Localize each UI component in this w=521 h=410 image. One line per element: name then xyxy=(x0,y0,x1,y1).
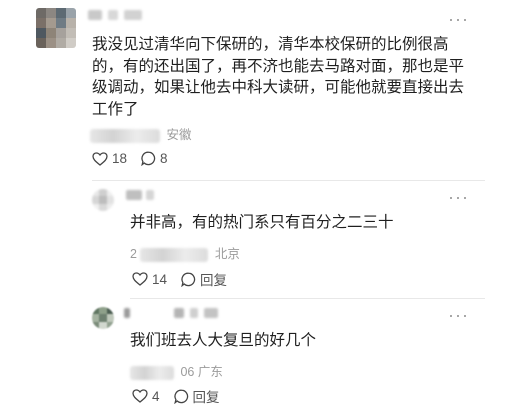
username-blurred[interactable] xyxy=(88,10,148,22)
comment-text: 并非高，有的热门系只有百分之二三十 xyxy=(130,214,394,231)
heart-outline-icon xyxy=(92,151,108,166)
more-dots-icon[interactable]: ··· xyxy=(448,306,469,324)
date-partial: 2 xyxy=(130,247,137,261)
location: 广东 xyxy=(197,365,223,379)
comment-bubble-icon xyxy=(173,389,188,404)
more-dots-icon[interactable]: ··· xyxy=(448,10,469,28)
reply-button[interactable]: 回复 xyxy=(181,269,227,289)
comment-bubble-icon xyxy=(181,272,196,287)
date-blurred xyxy=(130,365,174,380)
avatar[interactable] xyxy=(36,8,76,48)
comment-actions: 4 回复 xyxy=(132,386,234,406)
date-blurred xyxy=(140,247,209,262)
like-button[interactable]: 14 xyxy=(132,272,167,287)
reply-label: 回复 xyxy=(192,390,220,405)
heart-outline-icon xyxy=(132,272,148,286)
more-dots-icon[interactable]: ··· xyxy=(448,188,469,206)
username-blurred[interactable] xyxy=(122,190,162,202)
like-button[interactable]: 18 xyxy=(92,151,127,166)
comment-actions: 14 回复 xyxy=(132,269,241,289)
heart-outline-icon xyxy=(132,389,148,403)
like-count: 18 xyxy=(112,151,128,166)
date-partial: 06 xyxy=(180,365,195,379)
comment-meta: 2 北京 xyxy=(130,243,240,262)
date-blurred xyxy=(90,128,160,143)
comment-bubble-icon xyxy=(141,151,156,166)
reply-button[interactable]: 回复 xyxy=(173,386,220,406)
reply-label: 回复 xyxy=(200,273,228,288)
reply-count-button[interactable]: 8 xyxy=(141,151,168,166)
comment-meta: 06 广东 xyxy=(130,361,223,380)
comment-meta: 安徽 xyxy=(90,124,192,143)
reply-count: 8 xyxy=(160,151,168,166)
avatar[interactable] xyxy=(92,307,114,329)
comment-text: 我没见过清华向下保研的，清华本校保研的比例很高的，有的还出国了，再不济也能去马路… xyxy=(92,36,465,118)
divider xyxy=(130,298,485,299)
location: 北京 xyxy=(214,247,240,261)
avatar[interactable] xyxy=(92,189,114,211)
like-count: 14 xyxy=(152,271,168,287)
like-count: 4 xyxy=(152,388,160,404)
divider xyxy=(92,180,485,181)
location: 安徽 xyxy=(166,128,192,142)
like-button[interactable]: 4 xyxy=(132,389,160,404)
username-blurred[interactable] xyxy=(124,308,224,320)
comment-actions: 18 8 xyxy=(92,151,182,166)
comment-text: 我们班去人大复旦的好几个 xyxy=(130,332,317,349)
